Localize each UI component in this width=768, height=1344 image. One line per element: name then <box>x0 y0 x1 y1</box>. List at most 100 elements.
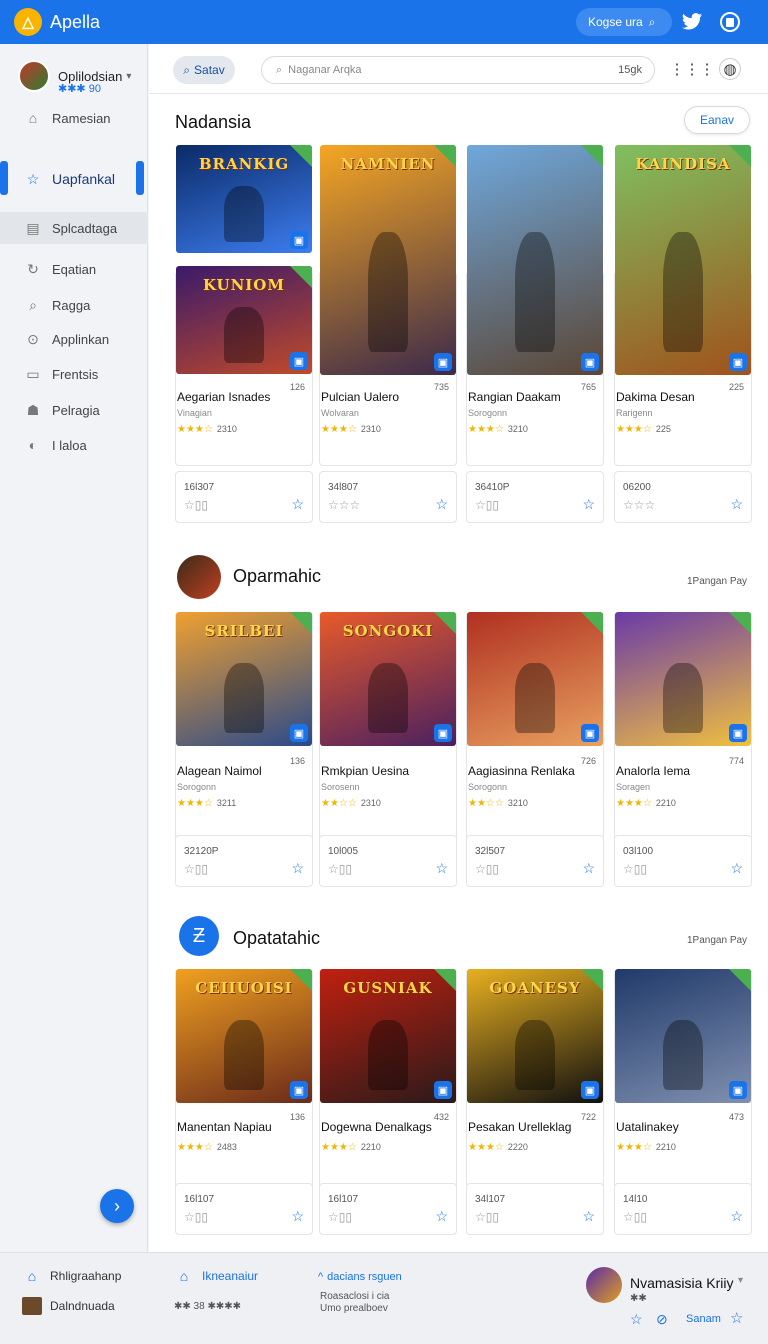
game-character-figure <box>514 232 556 352</box>
game-price-card[interactable]: 32120P ☆▯▯ ☆ <box>175 835 313 887</box>
footer-user-name: Nvamasisia Kriiy <box>630 1275 734 1291</box>
game-price-card[interactable]: 34l807 ☆☆☆ ☆ <box>319 471 457 523</box>
game-artwork[interactable]: GUSNIAK ▣ <box>320 969 456 1103</box>
game-price-card[interactable]: 14l10 ☆▯▯ ☆ <box>614 1183 752 1235</box>
game-price-card[interactable]: 16l107 ☆▯▯ ☆ <box>175 1183 313 1235</box>
footer-link-profile[interactable]: Dalndnuada <box>22 1297 115 1315</box>
section-action-link[interactable]: 1Pangan Pay <box>687 576 747 587</box>
favorite-star-icon[interactable]: ☆ <box>291 496 304 513</box>
price-value: 06200 <box>623 482 651 493</box>
game-rating: ★★★☆ 2310 <box>321 424 381 435</box>
game-artwork[interactable]: CEIIUOISI ▣ <box>176 969 312 1103</box>
game-price-card[interactable]: 16l107 ☆▯▯ ☆ <box>319 1183 457 1235</box>
game-price-card[interactable]: 36410P ☆▯▯ ☆ <box>466 471 604 523</box>
game-price-card[interactable]: 03l100 ☆▯▯ ☆ <box>614 835 752 887</box>
home-icon: ⌂ <box>179 1268 189 1284</box>
game-count: 774 <box>728 756 744 766</box>
game-artwork[interactable]: ▣ <box>615 969 751 1103</box>
filter-pill[interactable]: ⌕ Satav <box>173 56 235 84</box>
game-price-card[interactable]: 16l307 ☆▯▯ ☆ <box>175 471 313 523</box>
rating-value: 2483 <box>216 1142 237 1152</box>
favorite-star-icon[interactable]: ☆ <box>291 1208 304 1225</box>
sidebar-item-store[interactable]: ▤ Splcadtaga <box>0 212 148 244</box>
game-artwork[interactable]: KUNIOM ▣ <box>176 266 312 374</box>
game-count: 473 <box>728 1112 744 1122</box>
game-price-card[interactable]: 10l005 ☆▯▯ ☆ <box>319 835 457 887</box>
avatar[interactable] <box>18 60 50 92</box>
game-artwork[interactable]: SONGOKI ▣ <box>320 612 456 746</box>
favorite-star-icon[interactable]: ☆ <box>730 860 743 877</box>
favorite-star-icon[interactable]: ☆ <box>582 496 595 513</box>
update-icon: ↻ <box>27 260 39 277</box>
game-art-title: KUNIOM <box>203 276 285 294</box>
twitter-icon[interactable] <box>680 10 704 34</box>
game-title: Pesakan Urelleklag <box>468 1120 572 1134</box>
apps-icon: ⊙ <box>27 330 39 347</box>
puzzle-icon[interactable] <box>718 10 742 34</box>
favorite-star-icon[interactable]: ☆ <box>582 1208 595 1225</box>
footer-link-news[interactable]: ^ dacians rsguen <box>318 1271 402 1283</box>
game-price-card[interactable]: 34l107 ☆▯▯ ☆ <box>466 1183 604 1235</box>
avatar[interactable] <box>586 1267 622 1303</box>
footer-link-store[interactable]: ⌂ Ikneanaiur <box>174 1267 258 1285</box>
sidebar-item-people[interactable]: ☗ Pelragia <box>0 394 148 426</box>
section-action-button[interactable]: Eanav <box>684 106 750 134</box>
price-stars-icon: ☆▯▯ <box>623 862 647 876</box>
favorite-star-icon[interactable]: ☆ <box>730 1208 743 1225</box>
game-artwork[interactable]: SRILBEI ▣ <box>176 612 312 746</box>
game-title: Pulcian Ualero <box>321 390 400 404</box>
chevron-down-icon[interactable]: ▾ <box>738 1275 743 1286</box>
new-corner-badge <box>290 969 312 991</box>
price-value: 16l107 <box>184 1194 215 1205</box>
footer-link-home[interactable]: ⌂ Rhligraahanp <box>22 1267 122 1285</box>
game-art-title: KAINDISA <box>635 155 731 173</box>
favorite-star-icon[interactable]: ☆ <box>435 860 448 877</box>
game-price-card[interactable]: 32l507 ☆▯▯ ☆ <box>466 835 604 887</box>
sidebar-item-updates[interactable]: ↻ Eqatian <box>0 253 148 285</box>
favorite-star-icon[interactable]: ☆ <box>730 496 743 513</box>
game-artwork[interactable]: KAINDISA ▣ <box>615 145 751 375</box>
game-artwork[interactable]: ▣ <box>467 612 603 746</box>
game-developer: Vinagian <box>177 408 212 418</box>
sidebar-item-label: Eqatian <box>52 261 97 277</box>
favorite-star-icon[interactable]: ☆ <box>435 1208 448 1225</box>
top-search-button[interactable]: Kogse ura ⌕ <box>576 8 672 36</box>
game-rating: ★★★☆ 2210 <box>321 1142 381 1153</box>
sidebar-item-library[interactable]: ▭ Frentsis <box>0 358 148 390</box>
favorite-star-icon[interactable]: ☆ <box>582 860 595 877</box>
sidebar-item-home[interactable]: ⌂ Ramesian <box>0 102 148 134</box>
price-value: 34l107 <box>475 1194 506 1205</box>
app-logo-icon[interactable]: △ <box>14 8 42 36</box>
price-stars-icon: ☆▯▯ <box>623 1210 647 1224</box>
share-icon[interactable]: ⊘ <box>656 1311 668 1328</box>
main-search-input[interactable]: ⌕ Naganar Arqka 15gk <box>261 56 655 84</box>
game-price-card[interactable]: 06200 ☆☆☆ ☆ <box>614 471 752 523</box>
sidebar-item-apps[interactable]: ⊙ Applinkan <box>0 323 148 355</box>
sidebar-item-search[interactable]: ⌕ Ragga <box>0 289 148 321</box>
star-icon[interactable]: ☆ <box>730 1309 743 1327</box>
game-character-figure <box>662 1019 704 1090</box>
grid-icon[interactable]: ⋮⋮⋮ <box>670 58 715 80</box>
sidebar-item-info[interactable]: ◐ I laloa <box>0 429 148 461</box>
expand-arrow-button[interactable]: › <box>100 1189 134 1223</box>
favorite-star-icon[interactable]: ☆ <box>435 496 448 513</box>
game-artwork[interactable]: ▣ <box>615 612 751 746</box>
library-icon: ▭ <box>26 365 40 382</box>
top-app-bar: △ Apella Kogse ura ⌕ <box>0 0 768 44</box>
star-icon[interactable]: ☆ <box>630 1311 643 1328</box>
game-title: Rmkpian Uesina <box>321 764 410 778</box>
section-action-link[interactable]: 1Pangan Pay <box>687 935 747 946</box>
rating-stars-icon: ★★★☆ <box>321 424 357 435</box>
chevron-down-icon[interactable]: ▾ <box>126 71 131 82</box>
sidebar-item-label: I laloa <box>52 437 87 453</box>
sidebar-item-featured[interactable]: ☆ Uapfankal <box>0 163 148 195</box>
game-rating: ★★☆☆ 3210 <box>468 798 528 809</box>
game-artwork[interactable]: GOANESY ▣ <box>467 969 603 1103</box>
footer-user-action[interactable]: Sanam <box>686 1313 721 1325</box>
game-artwork[interactable]: BRANKIG ▣ <box>176 145 312 253</box>
footer-line: Umo prealboev <box>320 1303 388 1314</box>
shield-icon[interactable]: ◍ <box>719 58 741 80</box>
game-artwork[interactable]: ▣ <box>467 145 603 375</box>
game-artwork[interactable]: NAMNIEN ▣ <box>320 145 456 375</box>
favorite-star-icon[interactable]: ☆ <box>291 860 304 877</box>
